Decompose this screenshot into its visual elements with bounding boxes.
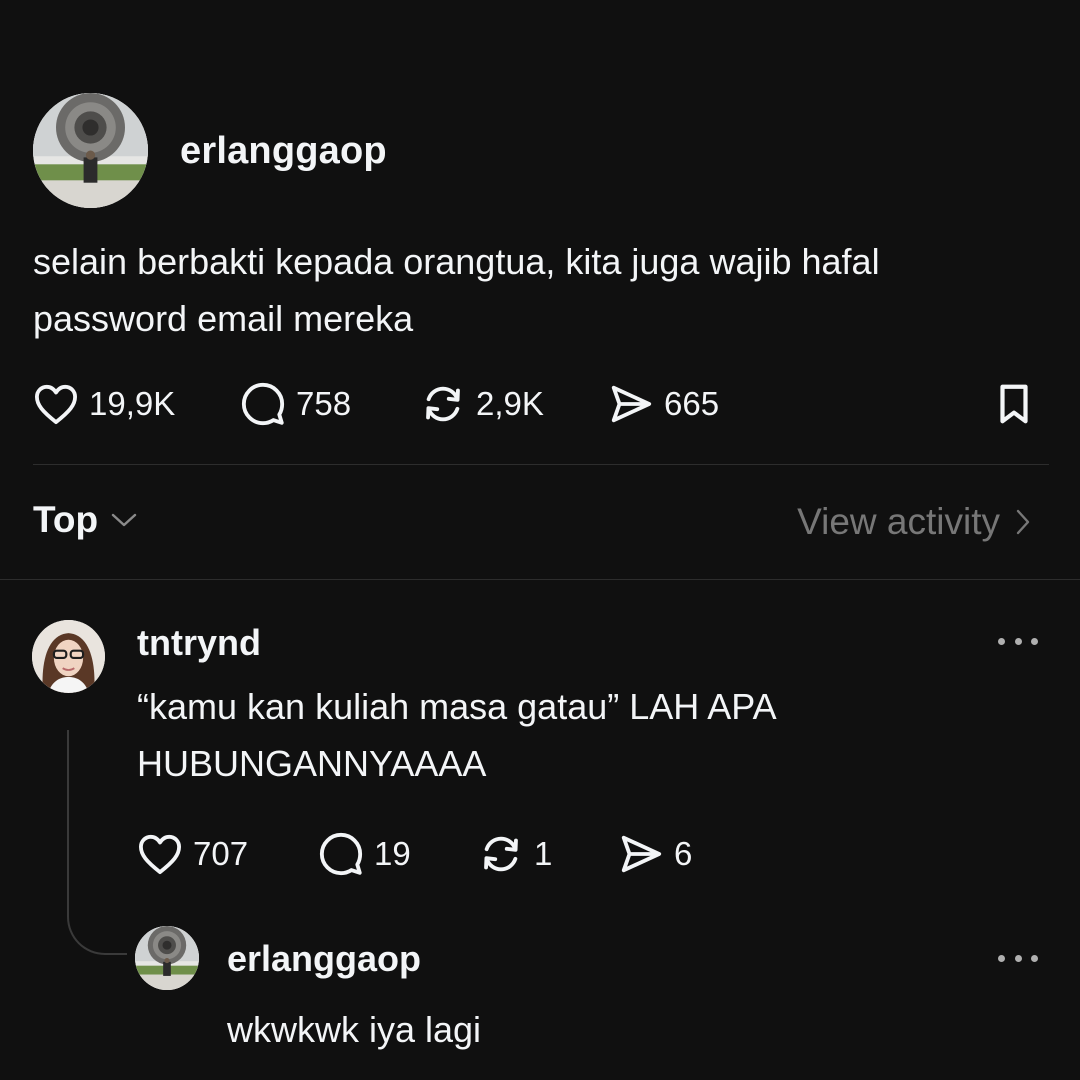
comment-share-button[interactable]: 6: [618, 830, 692, 878]
repost-icon: [426, 386, 460, 422]
post-divider: [33, 464, 1049, 465]
comment-like-button[interactable]: 707: [137, 830, 248, 878]
comment-body-text: “kamu kan kuliah masa gatau” LAH APA HUB…: [137, 686, 775, 784]
chevron-right-icon: [1016, 509, 1030, 535]
post-like-count: 19,9K: [89, 385, 176, 422]
comment-reply-button[interactable]: 19: [318, 830, 411, 878]
sort-dropdown[interactable]: Top: [33, 499, 138, 541]
more-dots-icon: [998, 954, 1005, 962]
comment-repost-count: 1: [534, 835, 553, 872]
post-comment-count: 758: [296, 385, 352, 422]
post-body-text: selain berbakti kepada orangtua, kita ju…: [33, 241, 880, 339]
post-repost-count: 2,9K: [476, 385, 544, 422]
comment-like-count: 707: [193, 835, 249, 872]
repost-icon: [484, 836, 518, 872]
section-divider: [0, 579, 1080, 580]
comment-author-avatar[interactable]: [32, 620, 105, 693]
reply-thread-line: [67, 730, 127, 955]
post-share-count: 665: [664, 385, 720, 422]
post-share-button[interactable]: 665: [608, 380, 719, 428]
comment-author-username[interactable]: tntrynd: [137, 622, 261, 664]
sort-label: Top: [33, 499, 99, 540]
heart-icon: [139, 834, 181, 875]
post-comment-button[interactable]: 758: [240, 380, 351, 428]
heart-icon: [35, 384, 77, 425]
comment-more-button[interactable]: [998, 631, 1038, 651]
send-icon: [611, 385, 652, 423]
comment-reply-count: 19: [374, 835, 411, 872]
reply-more-button[interactable]: [998, 948, 1038, 968]
comment-share-count: 6: [674, 835, 693, 872]
reply-author-avatar[interactable]: [135, 926, 199, 990]
send-icon: [621, 835, 662, 873]
post-like-button[interactable]: 19,9K: [33, 380, 175, 428]
post-author-avatar[interactable]: [33, 93, 148, 208]
post-author-username[interactable]: erlanggaop: [180, 130, 387, 173]
post-bookmark-button[interactable]: [993, 380, 1035, 428]
view-activity-label: View activity: [797, 501, 1000, 542]
bookmark-icon: [1000, 384, 1028, 424]
comment-repost-button[interactable]: 1: [478, 830, 552, 878]
comment-bubble-icon: [319, 832, 363, 876]
chevron-down-icon: [111, 513, 137, 527]
more-dots-icon: [998, 637, 1005, 645]
comment-bubble-icon: [241, 382, 285, 426]
post-repost-button[interactable]: 2,9K: [420, 380, 544, 428]
reply-author-username[interactable]: erlanggaop: [227, 938, 421, 980]
view-activity-link[interactable]: View activity: [797, 501, 1032, 543]
reply-body-text: wkwkwk iya lagi: [227, 1009, 482, 1050]
